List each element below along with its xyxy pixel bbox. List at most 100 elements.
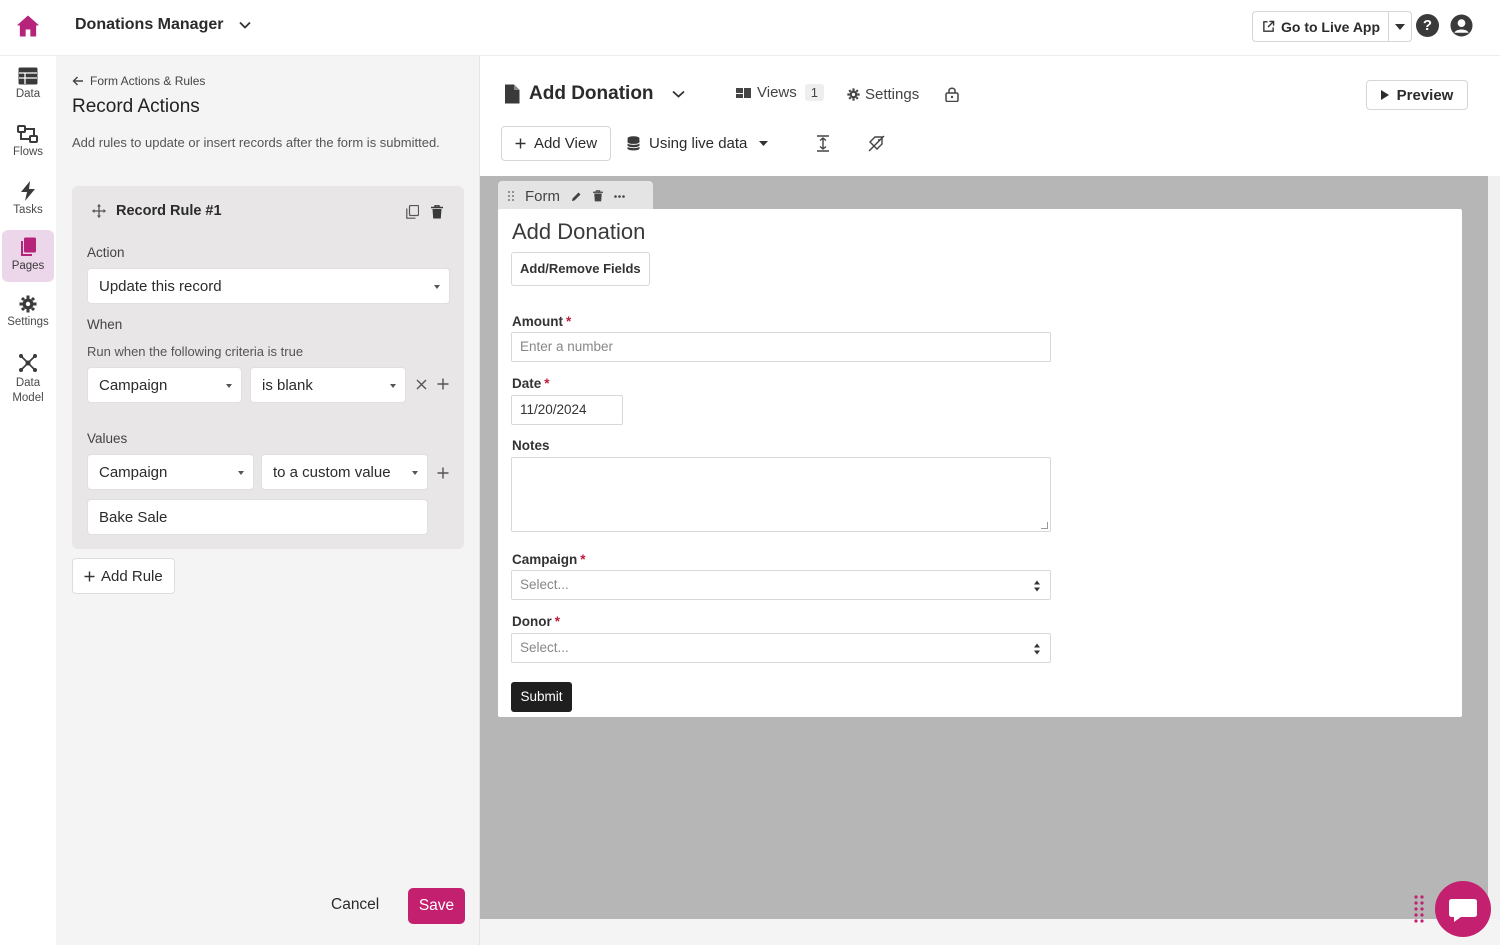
lightning-icon [21,181,35,201]
donor-select-placeholder: Select... [520,640,569,655]
move-handle-icon[interactable] [92,204,106,218]
vertical-spacing-icon[interactable] [816,135,830,152]
cancel-button[interactable]: Cancel [331,896,379,914]
nav-item-flows[interactable]: Flows [2,122,54,172]
edit-icon[interactable] [571,191,582,202]
add-rule-label: Add Rule [101,567,163,585]
value-field-value: Campaign [99,463,168,481]
add-value-icon[interactable] [437,467,449,479]
live-app-dropdown[interactable] [1389,12,1411,41]
hide-rules-icon[interactable] [868,135,885,152]
play-icon [1380,90,1389,100]
trash-icon[interactable] [593,190,603,202]
table-icon [18,67,38,85]
arrow-left-icon [72,76,83,86]
lock-icon[interactable] [945,86,959,102]
criteria-field-select[interactable]: Campaign [87,367,242,403]
preview-button[interactable]: Preview [1366,80,1468,110]
campaign-label-text: Campaign [512,552,578,567]
add-rule-button[interactable]: Add Rule [72,558,175,594]
add-remove-fields-button[interactable]: Add/Remove Fields [511,252,650,286]
caret-down-icon [390,384,396,388]
chat-support-button[interactable] [1435,881,1491,937]
user-account-icon[interactable] [1450,14,1473,37]
donor-select[interactable]: Select... [511,633,1051,663]
views-label: Views [757,84,797,101]
page-settings-label: Settings [865,86,920,103]
submit-button[interactable]: Submit [511,682,572,712]
date-input[interactable]: 11/20/2024 [511,395,623,425]
copy-icon[interactable] [406,205,419,219]
close-icon[interactable] [416,379,427,390]
required-marker: * [544,376,550,391]
views-count-badge: 1 [804,84,824,101]
data-source-label: Using live data [649,135,748,152]
caret-down-icon [759,141,769,146]
criteria-operator-select[interactable]: is blank [250,367,406,403]
app-switcher[interactable]: Donations Manager [75,16,252,34]
when-description: Run when the following criteria is true [87,344,304,359]
action-select[interactable]: Update this record [87,268,450,304]
back-link[interactable]: Form Actions & Rules [72,74,205,88]
nav-label-flows: Flows [12,146,44,158]
views-menu[interactable]: Views 1 [736,84,824,101]
criteria-field-value: Campaign [99,376,168,394]
flows-icon [17,125,38,143]
nav-item-pages[interactable]: Pages [2,230,54,282]
drag-dots-icon[interactable] [1414,895,1424,925]
gear-icon [19,295,37,313]
rule-header: Record Rule #1 [92,203,222,219]
nav-label-tasks: Tasks [13,204,43,216]
go-to-live-app-label: Go to Live App [1281,18,1381,35]
record-actions-panel: Form Actions & Rules Record Actions Add … [56,56,480,945]
nav-item-tasks[interactable]: Tasks [2,178,54,228]
form-view-tab[interactable]: Form [498,181,653,211]
required-marker: * [580,552,586,567]
form-card: Add Donation Add/Remove Fields Amount * E… [498,209,1462,717]
help-icon[interactable]: ? [1416,14,1439,37]
plus-icon [515,138,526,149]
chevron-down-icon [671,90,685,98]
nav-item-data[interactable]: Data [2,64,54,114]
amount-input[interactable]: Enter a number [511,332,1051,362]
go-to-live-app-button[interactable]: Go to Live App [1253,12,1390,41]
home-icon[interactable] [14,12,42,40]
amount-label: Amount * [512,314,571,329]
custom-value-input[interactable]: Bake Sale [87,499,428,535]
select-arrows-icon [1034,643,1040,655]
required-marker: * [554,614,561,629]
add-view-button[interactable]: Add View [501,126,611,161]
chat-bubble-icon [1449,899,1477,922]
page-settings-link[interactable]: Settings [847,86,919,103]
page-selector[interactable]: Add Donation [504,83,685,105]
criteria-operator-value: is blank [262,376,313,394]
add-view-label: Add View [533,135,598,152]
live-app-group: Go to Live App [1252,11,1413,42]
nav-item-settings[interactable]: Settings [2,292,54,342]
plus-icon [84,571,95,581]
caret-down-icon [226,384,232,388]
notes-textarea[interactable] [511,457,1051,532]
resize-grip-icon[interactable] [1041,522,1048,529]
canvas-scrollbar[interactable] [1488,176,1500,919]
views-icon [736,87,751,98]
value-mode-value: to a custom value [273,463,391,481]
caret-down-icon [412,471,418,475]
more-options-icon[interactable] [614,194,625,198]
data-model-icon [19,354,37,372]
campaign-select[interactable]: Select... [511,570,1051,600]
drag-handle-icon[interactable] [508,191,514,201]
caret-down-icon [434,285,440,289]
save-button[interactable]: Save [408,888,465,924]
data-source-dropdown[interactable]: Using live data [627,135,769,152]
add-criteria-icon[interactable] [437,378,449,390]
nav-item-data-model[interactable]: Data Model [2,350,54,410]
value-mode-select[interactable]: to a custom value [261,454,428,490]
custom-value-text: Bake Sale [99,508,168,526]
value-field-select[interactable]: Campaign [87,454,254,490]
amount-label-text: Amount [512,314,563,329]
action-label: Action [87,245,125,260]
trash-icon[interactable] [431,205,443,219]
gear-icon [847,88,860,101]
date-label-text: Date [512,376,542,391]
